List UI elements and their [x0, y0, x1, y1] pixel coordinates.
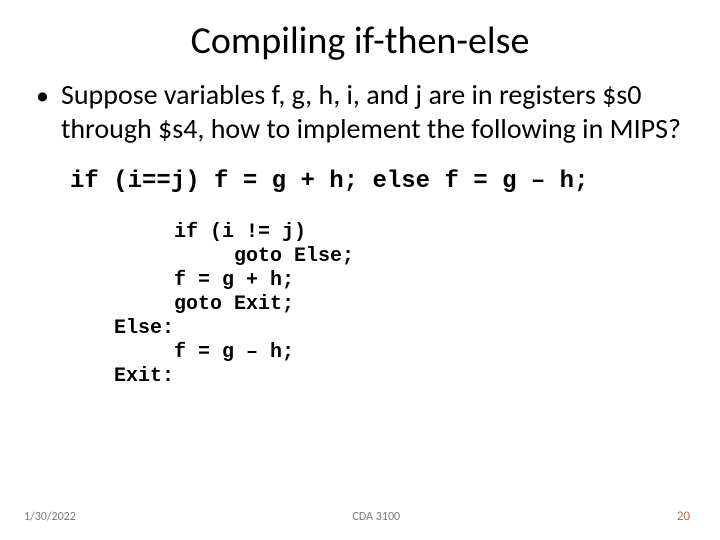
code-block: if (i != j) goto Else; f = g + h; goto E…: [114, 221, 684, 389]
footer-page: 20: [677, 509, 690, 524]
bullet-text: Suppose variables f, g, h, i, and j are …: [61, 78, 684, 146]
slide: Compiling if-then-else • Suppose variabl…: [0, 0, 720, 540]
bullet-item: • Suppose variables f, g, h, i, and j ar…: [36, 78, 684, 146]
slide-title: Compiling if-then-else: [36, 18, 684, 64]
bullet-marker: •: [36, 78, 49, 112]
footer-date: 1/30/2022: [24, 510, 76, 524]
footer-course: CDA 3100: [353, 510, 401, 524]
footer: 1/30/2022 CDA 3100 20: [0, 509, 720, 524]
code-oneline: if (i==j) f = g + h; else f = g – h;: [70, 168, 684, 195]
